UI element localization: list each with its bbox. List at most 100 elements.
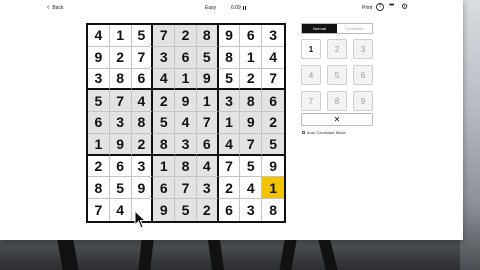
sudoku-cell[interactable]: 9	[262, 156, 284, 178]
sudoku-cell[interactable]: 9	[196, 68, 219, 91]
sudoku-cell[interactable]: 2	[153, 90, 176, 113]
sudoku-cell[interactable]: 3	[109, 112, 132, 134]
sudoku-cell[interactable]: 5	[175, 199, 197, 221]
sudoku-cell[interactable]: 7	[153, 25, 176, 47]
sudoku-cell[interactable]: 2	[262, 112, 284, 134]
sudoku-cell[interactable]: 5	[88, 90, 110, 113]
sudoku-cell[interactable]: 4	[175, 112, 197, 134]
sudoku-cell[interactable]: 3	[88, 68, 110, 91]
keypad-button-8[interactable]: 8	[327, 91, 347, 111]
sudoku-cell[interactable]: 1	[153, 155, 176, 178]
sudoku-cell[interactable]: 5	[109, 177, 132, 200]
sudoku-cell[interactable]: 6	[109, 155, 132, 178]
sudoku-cell[interactable]: 4	[131, 90, 154, 113]
sudoku-cell[interactable]: 1	[175, 68, 197, 91]
keypad-button-1[interactable]: 1	[301, 39, 321, 59]
gear-icon[interactable]: ⚙	[401, 3, 408, 11]
sudoku-cell[interactable]: 2	[109, 46, 132, 69]
sudoku-cell[interactable]: 5	[131, 25, 154, 47]
sudoku-cell[interactable]: 9	[153, 199, 176, 221]
sudoku-cell[interactable]: 7	[196, 112, 219, 134]
sudoku-cell[interactable]: 3	[262, 25, 284, 47]
timer[interactable]: 6:09	[231, 5, 246, 11]
sudoku-cell[interactable]: 8	[218, 46, 241, 69]
sudoku-cell[interactable]: 3	[175, 133, 197, 156]
sudoku-cell[interactable]: 4	[240, 177, 263, 200]
sudoku-cell[interactable]: 2	[218, 177, 241, 200]
sudoku-cell[interactable]: 8	[131, 112, 154, 134]
sudoku-cell[interactable]: 4	[88, 25, 110, 47]
sudoku-cell[interactable]: 6	[153, 177, 176, 200]
keypad-button-3[interactable]: 3	[353, 39, 373, 59]
back-button[interactable]: ‹ Back	[47, 4, 63, 11]
sudoku-cell[interactable]: 2	[196, 199, 219, 221]
sudoku-cell[interactable]: 6	[175, 46, 197, 69]
sudoku-cell[interactable]: 1	[240, 46, 263, 69]
sudoku-cell[interactable]: 7	[109, 90, 132, 113]
sudoku-cell[interactable]: 1	[109, 25, 132, 47]
sudoku-cell[interactable]: 8	[240, 90, 263, 113]
sudoku-cell[interactable]: 4	[262, 47, 284, 69]
sudoku-cell[interactable]: 6	[240, 25, 263, 47]
sudoku-cell[interactable]: 3	[196, 177, 219, 200]
sudoku-cell[interactable]: 9	[88, 46, 110, 69]
sudoku-cell[interactable]: 7	[88, 199, 110, 221]
sudoku-cell[interactable]: 5	[196, 46, 219, 69]
sudoku-cell[interactable]: 3	[153, 46, 176, 69]
sudoku-cell[interactable]: 8	[175, 155, 197, 178]
sudoku-cell[interactable]: 5	[262, 133, 284, 156]
sudoku-cell[interactable]: 3	[218, 90, 241, 113]
auto-candidate-toggle[interactable]: Auto Candidate Mode	[302, 130, 346, 135]
sudoku-cell[interactable]: 7	[240, 133, 263, 156]
sudoku-cell[interactable]: 7	[131, 46, 154, 69]
sudoku-cell[interactable]: 9	[175, 90, 197, 113]
sudoku-cell[interactable]: 5	[240, 155, 263, 178]
sudoku-cell[interactable]: 9	[109, 133, 132, 156]
sudoku-cell[interactable]: 1	[262, 177, 284, 200]
normal-mode-button[interactable]: Normal	[302, 24, 337, 33]
sudoku-cell[interactable]: 9	[131, 177, 154, 200]
keypad-button-4[interactable]: 4	[301, 65, 321, 85]
sudoku-cell[interactable]: 6	[262, 90, 284, 113]
sudoku-cell[interactable]: 5	[218, 68, 241, 91]
sudoku-cell[interactable]: 2	[175, 25, 197, 47]
sudoku-cell[interactable]: 6	[196, 133, 219, 156]
keypad-button-7[interactable]: 7	[301, 91, 321, 111]
sudoku-cell[interactable]: 6	[131, 68, 154, 91]
keypad-button-9[interactable]: 9	[353, 91, 373, 111]
sudoku-cell[interactable]: 9	[218, 25, 241, 47]
pause-icon[interactable]	[242, 6, 246, 10]
sudoku-cell[interactable]: 4	[196, 155, 219, 178]
sudoku-cell[interactable]: 2	[131, 133, 154, 156]
auto-candidate-checkbox[interactable]	[302, 131, 305, 134]
keypad-button-2[interactable]: 2	[327, 39, 347, 59]
sudoku-cell[interactable]: 4	[153, 68, 176, 91]
erase-button[interactable]: ✕	[301, 113, 373, 126]
sudoku-cell[interactable]: 8	[262, 199, 284, 221]
sudoku-cell[interactable]: 7	[175, 177, 197, 200]
sudoku-cell[interactable]: 8	[109, 68, 132, 91]
sudoku-cell[interactable]: 9	[240, 112, 263, 134]
sudoku-cell[interactable]: 8	[196, 25, 219, 47]
sudoku-cell[interactable]: 1	[88, 133, 110, 156]
print-button[interactable]: Print	[362, 5, 372, 11]
candidate-mode-button[interactable]: Candidate	[337, 24, 372, 33]
keypad-button-6[interactable]: 6	[353, 65, 373, 85]
keypad-button-5[interactable]: 5	[327, 65, 347, 85]
sudoku-cell[interactable]: 2	[240, 68, 263, 91]
sudoku-cell[interactable]: 6	[88, 112, 110, 134]
sudoku-cell[interactable]: 6	[219, 199, 241, 221]
sudoku-cell[interactable]: 3	[131, 155, 154, 178]
sudoku-cell[interactable]: 7	[218, 155, 241, 178]
sudoku-cell[interactable]: 5	[153, 112, 176, 134]
sudoku-cell[interactable]: 1	[196, 90, 219, 113]
sudoku-cell[interactable]: 1	[218, 112, 241, 134]
sudoku-cell[interactable]: 8	[153, 133, 176, 156]
help-icon[interactable]: ?	[376, 3, 384, 11]
more-options-icon[interactable]: •••	[389, 2, 394, 9]
sudoku-cell[interactable]: 4	[218, 133, 241, 156]
sudoku-cell[interactable]: 8	[88, 177, 110, 200]
sudoku-cell[interactable]: 2	[88, 155, 110, 178]
sudoku-cell[interactable]: 7	[262, 69, 284, 91]
sudoku-cell[interactable]: 4	[110, 199, 132, 221]
